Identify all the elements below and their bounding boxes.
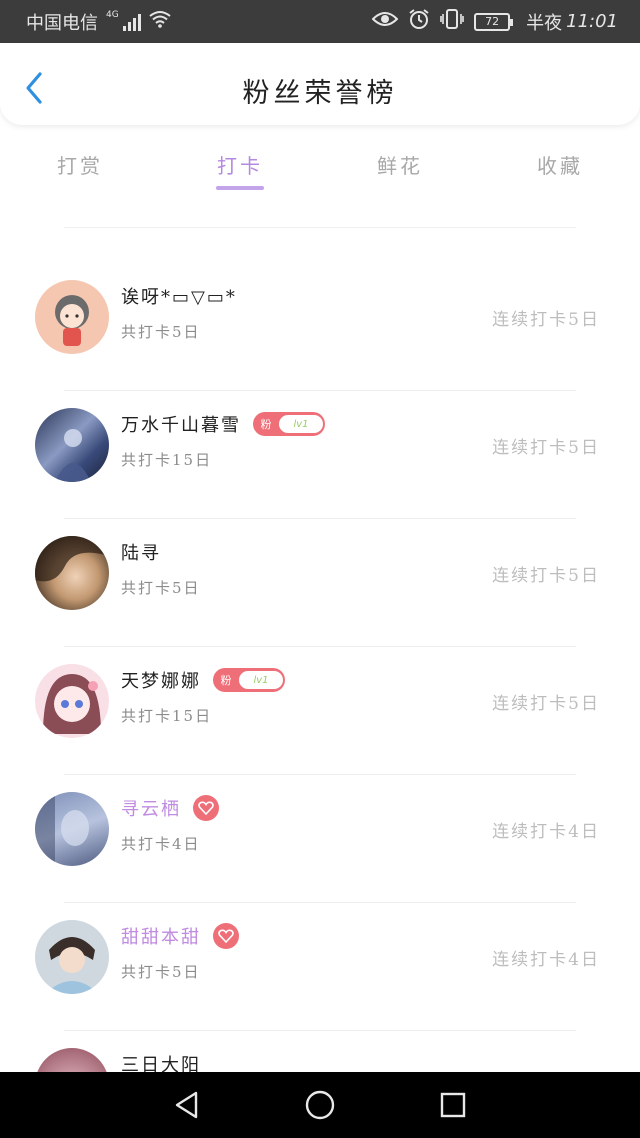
list-item[interactable]: 寻云栖 共打卡4日 连续打卡4日 — [0, 775, 640, 903]
streak-checkins: 连续打卡5日 — [492, 438, 600, 458]
fan-name: 甜甜本甜 — [121, 927, 201, 948]
tab-flowers-label: 鲜花 — [377, 154, 423, 178]
avatar[interactable] — [35, 1048, 109, 1072]
fan-badge-label: 粉 — [220, 674, 232, 687]
avatar[interactable] — [35, 408, 109, 482]
tab-checkin-label: 打卡 — [217, 154, 263, 178]
vip-heart-badge — [213, 923, 239, 949]
network-type: 4G — [106, 9, 119, 20]
avatar[interactable] — [35, 792, 109, 866]
app-header: 粉丝荣誉榜 — [0, 43, 640, 125]
vibrate-icon — [440, 9, 464, 34]
fan-name: 诶呀*▭▽▭* — [121, 287, 237, 308]
list-item[interactable]: 天梦娜娜 粉 lv1 共打卡15日 连续打卡5日 — [0, 647, 640, 775]
nav-back-button[interactable] — [167, 1085, 207, 1125]
total-checkins: 共打卡15日 — [121, 451, 213, 469]
carrier-label: 中国电信 — [26, 12, 98, 34]
fan-badge-label: 粉 — [260, 418, 272, 431]
eye-icon — [371, 11, 399, 32]
fan-level-badge: 粉 lv1 — [253, 412, 325, 436]
list-item[interactable]: 三日大阳 — [0, 1031, 640, 1072]
avatar[interactable] — [35, 664, 109, 738]
triangle-back-icon — [175, 1091, 197, 1119]
fan-name: 天梦娜娜 — [121, 671, 201, 692]
tab-bar: 打赏 打卡 鲜花 收藏 — [0, 138, 640, 198]
fan-list[interactable]: 诶呀*▭▽▭* 共打卡5日 连续打卡5日 万水千山暮雪 粉 lv1 共打卡15日… — [0, 210, 640, 1072]
square-recents-icon — [441, 1092, 466, 1118]
status-bar: 中国电信 4G 72 半夜 11:01 — [0, 0, 640, 43]
active-tab-indicator — [216, 186, 264, 190]
streak-checkins: 连续打卡5日 — [492, 310, 600, 330]
avatar[interactable] — [35, 536, 109, 610]
circle-home-icon — [305, 1090, 335, 1120]
fan-level: lv1 — [279, 415, 323, 433]
list-item[interactable] — [0, 210, 640, 228]
tab-checkin[interactable]: 打卡 — [160, 138, 320, 198]
diamond-heart-icon — [218, 929, 234, 943]
signal-icon — [122, 13, 141, 31]
vip-heart-badge — [193, 795, 219, 821]
list-item[interactable]: 陆寻 共打卡5日 连续打卡5日 — [0, 519, 640, 647]
tab-reward[interactable]: 打赏 — [0, 138, 160, 198]
list-item[interactable]: 诶呀*▭▽▭* 共打卡5日 连续打卡5日 — [0, 263, 640, 391]
list-item[interactable]: 甜甜本甜 共打卡5日 连续打卡4日 — [0, 903, 640, 1031]
divider — [64, 227, 576, 228]
total-checkins: 共打卡4日 — [121, 835, 201, 853]
fan-name: 陆寻 — [121, 543, 161, 564]
fan-name: 三日大阳 — [121, 1055, 201, 1072]
avatar[interactable] — [35, 280, 109, 354]
wifi-icon — [149, 10, 171, 33]
total-checkins: 共打卡15日 — [121, 707, 213, 725]
streak-checkins: 连续打卡5日 — [492, 694, 600, 714]
time-prefix: 半夜 — [526, 12, 563, 34]
fan-name: 万水千山暮雪 — [121, 415, 241, 436]
clock: 11:01 — [566, 11, 618, 32]
fan-level: lv1 — [239, 671, 283, 689]
nav-home-button[interactable] — [300, 1085, 340, 1125]
streak-checkins: 连续打卡5日 — [492, 566, 600, 586]
alarm-icon — [408, 8, 430, 35]
streak-checkins: 连续打卡4日 — [492, 822, 600, 842]
tab-flowers[interactable]: 鲜花 — [320, 138, 480, 198]
tab-favorites-label: 收藏 — [537, 154, 583, 178]
total-checkins: 共打卡5日 — [121, 579, 201, 597]
page-title: 粉丝荣誉榜 — [242, 78, 398, 109]
fan-level-badge: 粉 lv1 — [213, 668, 285, 692]
tab-reward-label: 打赏 — [57, 154, 103, 178]
total-checkins: 共打卡5日 — [121, 323, 201, 341]
fan-name: 寻云栖 — [121, 799, 181, 820]
avatar[interactable] — [35, 920, 109, 994]
battery-level: 72 — [485, 15, 500, 28]
system-nav-bar — [0, 1072, 640, 1138]
diamond-heart-icon — [198, 801, 214, 815]
nav-recents-button[interactable] — [433, 1085, 473, 1125]
list-item[interactable]: 万水千山暮雪 粉 lv1 共打卡15日 连续打卡5日 — [0, 391, 640, 519]
total-checkins: 共打卡5日 — [121, 963, 201, 981]
tab-favorites[interactable]: 收藏 — [480, 138, 640, 198]
battery-icon: 72 — [474, 12, 514, 31]
streak-checkins: 连续打卡4日 — [492, 950, 600, 970]
